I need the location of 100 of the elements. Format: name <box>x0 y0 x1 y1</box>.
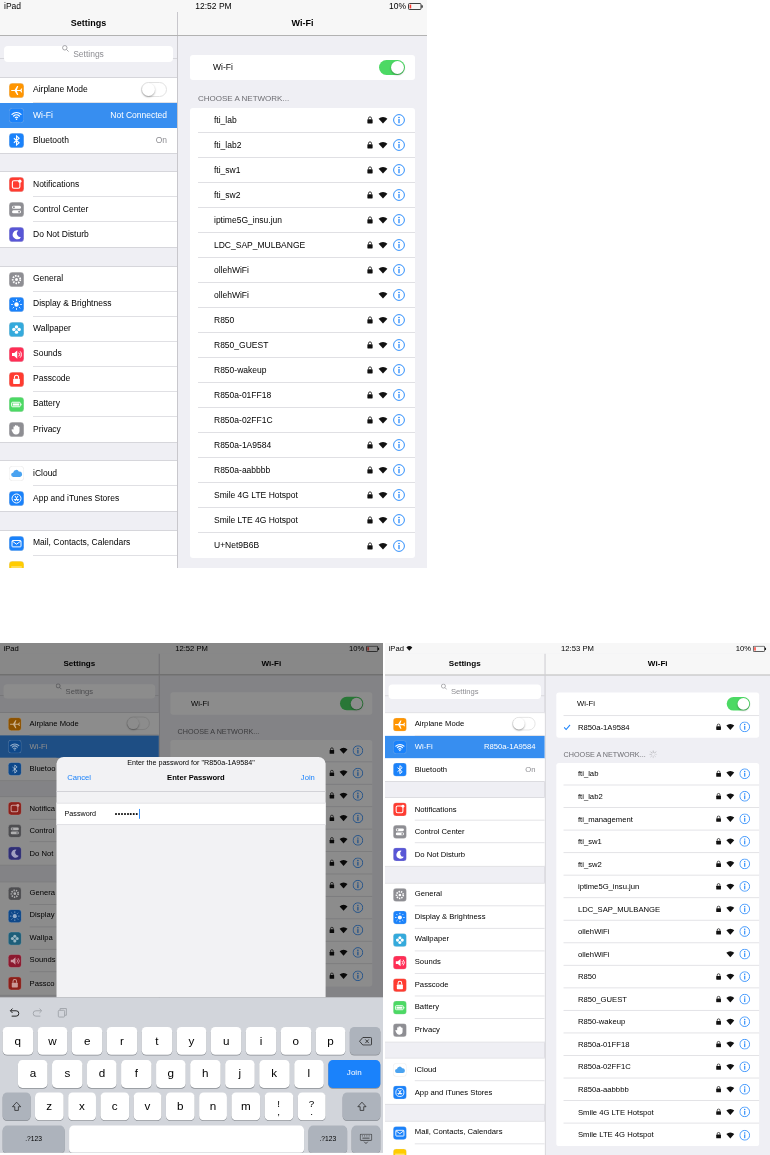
network-row[interactable]: LDC_SAP_MULBANGE <box>198 233 415 258</box>
info-button[interactable] <box>739 948 751 960</box>
keyboard-key[interactable]: u <box>211 1026 242 1055</box>
info-button[interactable] <box>352 947 364 958</box>
info-button[interactable] <box>352 767 364 779</box>
keyboard-key[interactable]: e <box>72 1026 103 1055</box>
keyboard-key[interactable]: a <box>17 1059 48 1088</box>
info-button[interactable] <box>393 289 405 301</box>
network-row[interactable]: R850_GUEST <box>198 333 415 358</box>
network-row[interactable]: fti_lab <box>198 108 415 133</box>
toggle-switch[interactable] <box>141 82 167 97</box>
network-row[interactable]: R850a-1A9584 <box>198 433 415 458</box>
info-button[interactable] <box>393 514 405 526</box>
keyboard-key[interactable]: b <box>166 1092 195 1121</box>
toggle-switch[interactable] <box>126 716 150 730</box>
info-button[interactable] <box>393 264 405 276</box>
keyboard-key[interactable]: y <box>176 1026 207 1055</box>
info-button[interactable] <box>739 926 751 937</box>
network-row[interactable]: ollehWiFi <box>198 258 415 283</box>
network-row[interactable]: iptime5G_insu.jun <box>198 208 415 233</box>
network-row[interactable]: R850 <box>198 308 415 333</box>
info-button[interactable] <box>393 364 405 376</box>
undo-button[interactable] <box>8 1006 20 1018</box>
toggle-switch[interactable] <box>339 696 364 711</box>
network-row[interactable]: R850-wakeup <box>198 358 415 383</box>
network-row[interactable]: fti_sw1 <box>198 158 415 183</box>
backspace-key[interactable] <box>350 1026 381 1055</box>
keyboard-key[interactable]: l <box>293 1059 324 1088</box>
info-button[interactable] <box>352 879 364 891</box>
info-button[interactable] <box>393 489 405 501</box>
info-button[interactable] <box>739 835 751 847</box>
toggle-switch[interactable] <box>379 60 405 75</box>
info-button[interactable] <box>739 1083 751 1095</box>
info-button[interactable] <box>352 790 364 801</box>
keyboard-key[interactable]: o <box>280 1026 311 1055</box>
keyboard-key[interactable]: k <box>259 1059 290 1088</box>
toggle-switch[interactable] <box>726 697 751 711</box>
keyboard-key[interactable]: s <box>52 1059 83 1088</box>
keyboard-key[interactable]: c <box>100 1092 129 1121</box>
info-button[interactable] <box>393 164 405 176</box>
network-row[interactable]: ollehWiFi <box>198 283 415 308</box>
info-button[interactable] <box>739 813 751 825</box>
join-key[interactable]: Join <box>328 1059 381 1088</box>
keyboard-key[interactable]: ? . <box>297 1092 326 1121</box>
keyboard-key[interactable]: t <box>141 1026 172 1055</box>
keyboard-key[interactable]: w <box>37 1026 68 1055</box>
keyboard-key[interactable]: z <box>35 1092 64 1121</box>
shift-key[interactable] <box>342 1092 381 1121</box>
info-button[interactable] <box>739 1106 751 1118</box>
shift-key[interactable] <box>2 1092 31 1121</box>
keyboard-key[interactable]: g <box>155 1059 186 1088</box>
network-row[interactable]: fti_lab2 <box>198 133 415 158</box>
info-button[interactable] <box>352 969 364 981</box>
info-button[interactable] <box>352 812 364 824</box>
keyboard-key[interactable]: f <box>121 1059 152 1088</box>
keyboard-key[interactable]: m <box>231 1092 261 1121</box>
info-button[interactable] <box>393 314 405 326</box>
info-button[interactable] <box>739 1129 751 1141</box>
info-button[interactable] <box>739 903 751 915</box>
info-button[interactable] <box>352 902 364 913</box>
keyboard-key[interactable]: x <box>67 1092 97 1121</box>
info-button[interactable] <box>739 1038 751 1050</box>
info-button[interactable] <box>393 539 405 552</box>
info-button[interactable] <box>393 389 405 401</box>
keyboard-key[interactable]: h <box>190 1059 221 1088</box>
info-button[interactable] <box>352 834 364 846</box>
keyboard-key[interactable]: p <box>315 1026 346 1055</box>
keyboard-hide-key[interactable] <box>351 1125 381 1153</box>
space-key[interactable] <box>69 1125 305 1153</box>
info-button[interactable] <box>393 439 405 451</box>
info-button[interactable] <box>739 971 751 982</box>
info-button[interactable] <box>393 339 405 351</box>
info-button[interactable] <box>352 924 364 936</box>
network-row[interactable]: R850a-02FF1C <box>198 408 415 433</box>
network-row[interactable]: U+Net9B6B <box>198 533 415 558</box>
network-row[interactable]: R850a-aabbbb <box>198 458 415 483</box>
info-button[interactable] <box>739 858 751 870</box>
info-button[interactable] <box>393 414 405 426</box>
info-button[interactable] <box>352 857 364 869</box>
info-button[interactable] <box>393 239 405 251</box>
keyboard-key[interactable]: n <box>198 1092 228 1121</box>
network-row[interactable]: R850a-01FF18 <box>198 383 415 408</box>
keyboard-key[interactable]: ! , <box>264 1092 293 1121</box>
keyboard-key[interactable]: j <box>224 1059 255 1088</box>
info-button[interactable] <box>393 464 405 476</box>
info-button[interactable] <box>739 768 751 780</box>
network-row[interactable]: Smile LTE 4G Hotspot <box>198 508 415 533</box>
search-field[interactable]: Settings <box>4 46 173 62</box>
toggle-switch[interactable] <box>512 716 536 731</box>
info-button[interactable] <box>739 790 751 802</box>
info-button[interactable] <box>393 139 405 151</box>
network-row[interactable]: fti_sw2 <box>198 183 415 208</box>
info-button[interactable] <box>739 721 751 733</box>
info-button[interactable] <box>739 993 751 1005</box>
keyboard-key[interactable]: d <box>86 1059 117 1088</box>
keyboard-key[interactable]: v <box>133 1092 162 1121</box>
info-button[interactable] <box>352 745 364 756</box>
info-button[interactable] <box>739 881 751 892</box>
keyboard-key[interactable]: q <box>2 1026 33 1055</box>
keyboard-key[interactable]: r <box>106 1026 138 1055</box>
